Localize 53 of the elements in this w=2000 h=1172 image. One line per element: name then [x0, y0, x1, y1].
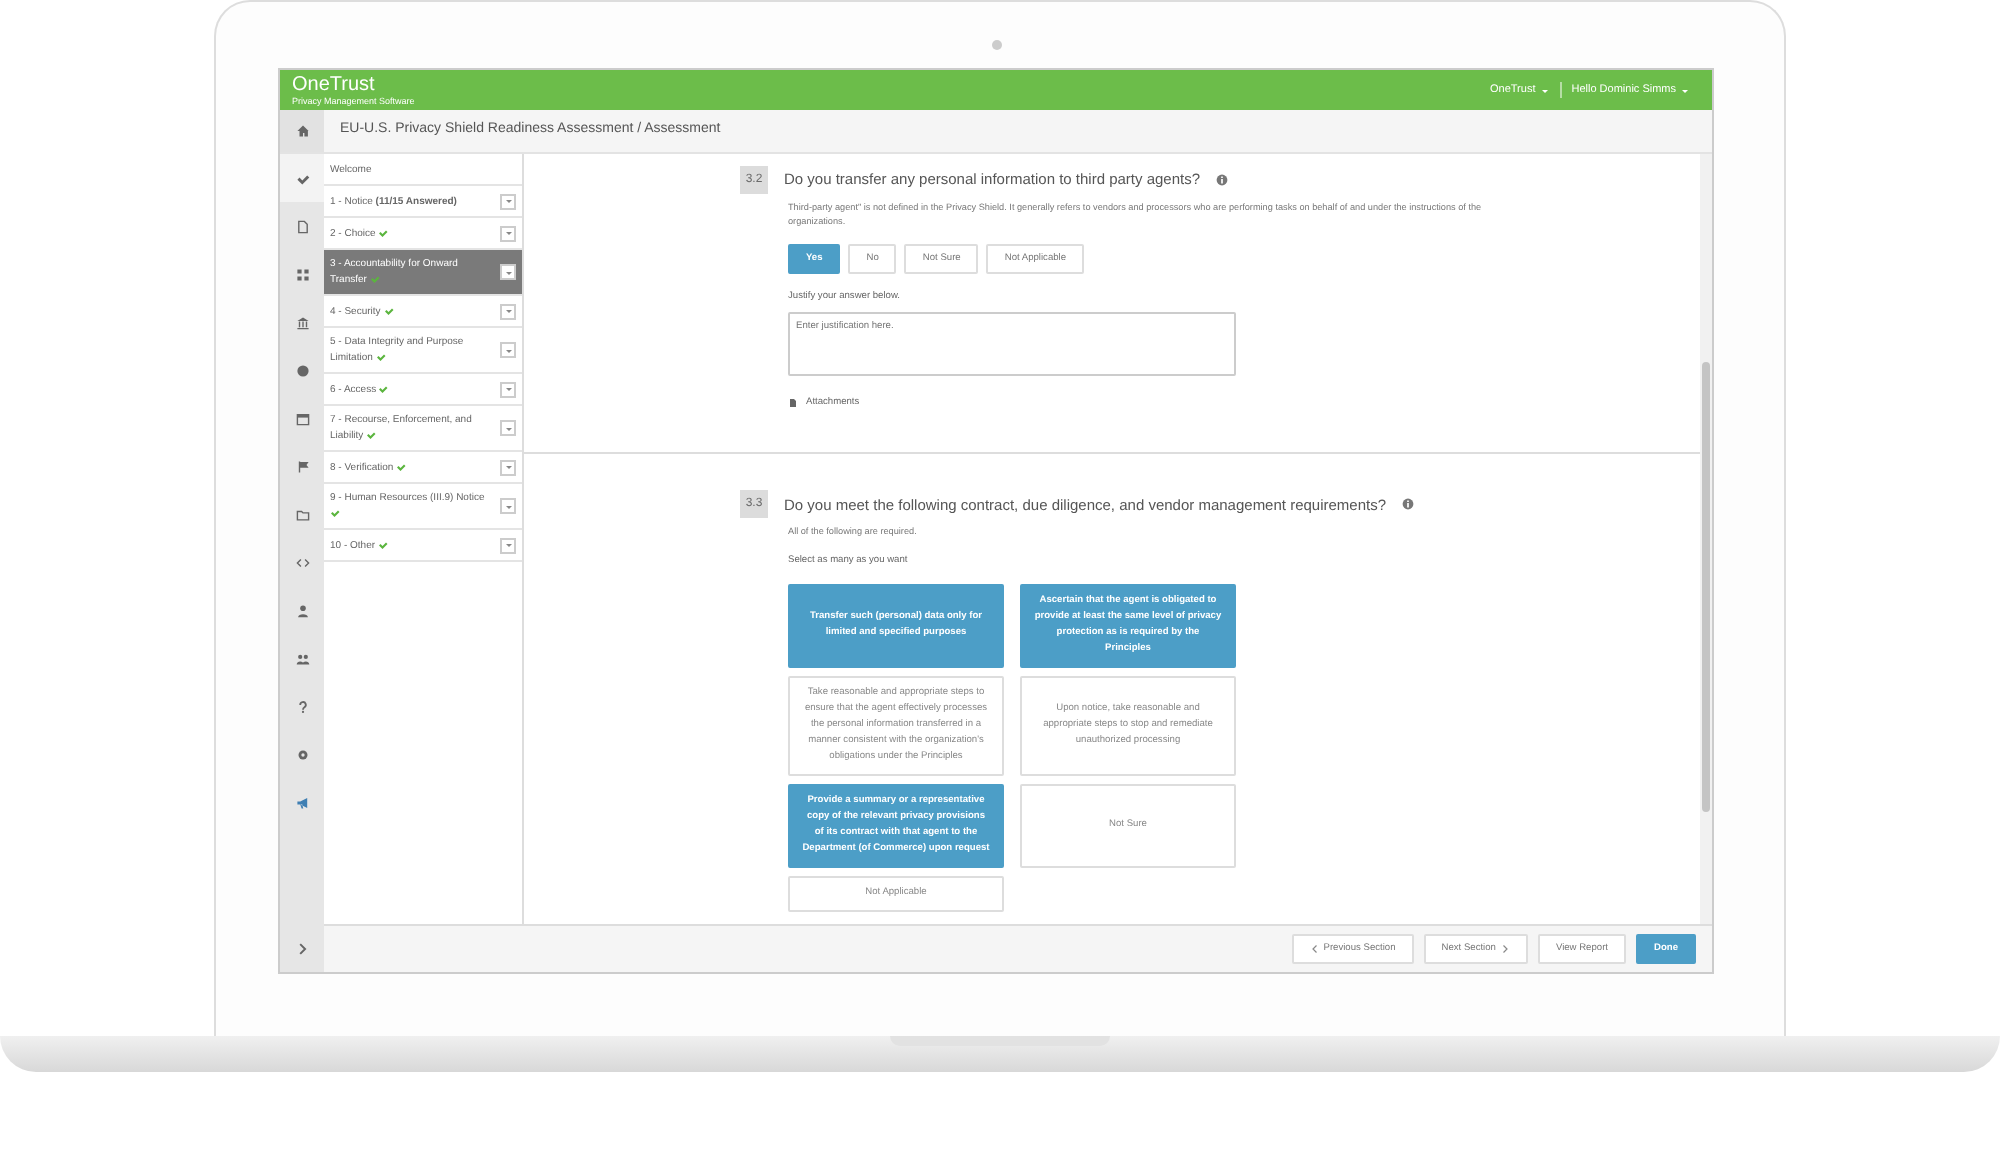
caret-icon — [503, 306, 513, 316]
caret-icon — [503, 345, 513, 355]
logo-text: OneTrust — [292, 75, 377, 95]
caret-icon — [503, 384, 513, 394]
megaphone-icon — [295, 795, 309, 809]
document-icon — [295, 219, 309, 233]
caret-icon — [1539, 85, 1550, 95]
info-icon — [1402, 498, 1415, 511]
checkmark-icon — [330, 508, 340, 519]
person-icon — [295, 603, 309, 617]
checkmark-icon — [378, 227, 389, 238]
grid-icon — [295, 267, 309, 281]
code-icon — [295, 555, 309, 569]
checkmark-icon — [377, 539, 388, 550]
dropdown-toggle-button[interactable] — [500, 225, 516, 241]
caret-icon — [503, 540, 513, 550]
chevron-right-icon — [295, 941, 309, 955]
question-icon — [295, 699, 309, 713]
checkmark-icon — [375, 352, 386, 363]
dropdown-toggle-button[interactable] — [500, 381, 516, 397]
caret-icon — [503, 196, 513, 206]
caret-icon — [503, 462, 513, 472]
document-icon — [788, 398, 798, 409]
flag-icon — [295, 459, 309, 473]
dropdown-toggle-button[interactable] — [500, 537, 516, 553]
building-icon — [295, 315, 309, 329]
dropdown-toggle-button[interactable] — [500, 303, 516, 319]
dropdown-toggle-button[interactable] — [500, 193, 516, 209]
caret-icon — [503, 423, 513, 433]
dropdown-toggle-button[interactable] — [500, 342, 516, 358]
dropdown-toggle-button[interactable] — [500, 459, 516, 475]
check-icon — [295, 171, 309, 185]
caret-icon — [503, 228, 513, 238]
dropdown-toggle-button[interactable] — [500, 420, 516, 436]
checkmark-icon — [396, 461, 407, 472]
checkmark-icon — [383, 305, 394, 316]
caret-icon — [503, 501, 513, 511]
group-icon — [295, 651, 309, 665]
dropdown-toggle-button[interactable] — [500, 498, 516, 514]
caret-icon — [1680, 85, 1690, 95]
chevron-left-icon — [1309, 944, 1320, 954]
caret-icon — [503, 267, 513, 277]
camera-dot — [991, 40, 1001, 50]
chevron-right-icon — [1499, 944, 1510, 954]
home-icon — [295, 124, 309, 138]
checkmark-icon — [369, 274, 380, 285]
calendar-icon — [295, 411, 309, 425]
checkmark-icon — [378, 383, 389, 394]
scrollbar[interactable] — [1700, 154, 1712, 924]
checkmark-icon — [366, 430, 377, 441]
info-icon — [1216, 174, 1229, 186]
folder-icon — [295, 507, 309, 521]
dropdown-toggle-button[interactable] — [500, 264, 516, 280]
